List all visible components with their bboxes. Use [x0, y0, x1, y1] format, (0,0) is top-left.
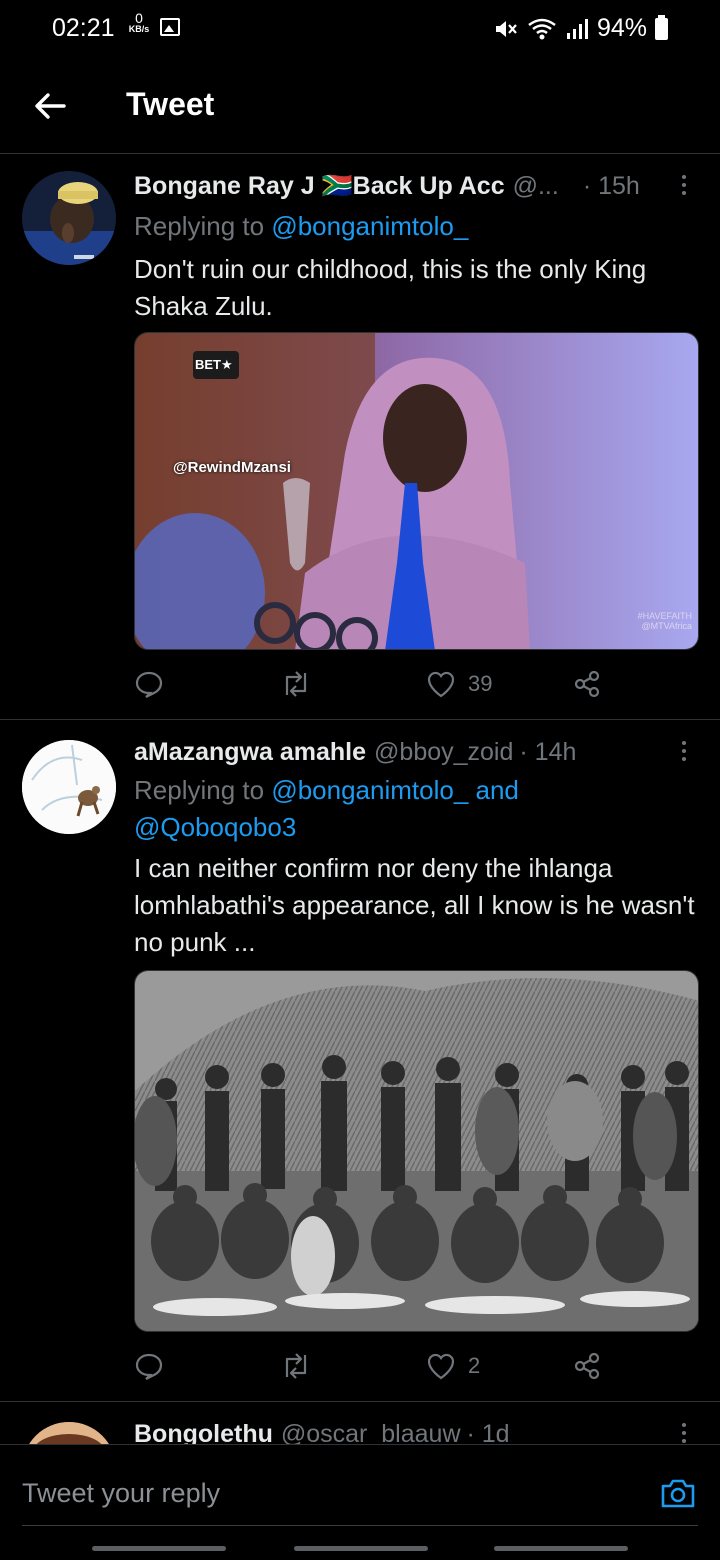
replying-to: Replying to @bonganimtolo_: [134, 208, 700, 245]
reply-divider: [22, 1525, 698, 1526]
share-button[interactable]: [572, 1346, 602, 1386]
status-time: 02:21: [52, 14, 115, 42]
author-handle[interactable]: @bboy_zoid: [374, 738, 513, 767]
like-button[interactable]: 2: [426, 1346, 480, 1386]
gallery-notification-icon: [160, 18, 180, 36]
wifi-icon: [528, 18, 556, 39]
author-name[interactable]: aMazangwa amahle: [134, 738, 366, 767]
more-dot-icon: [682, 741, 686, 745]
retweet-button[interactable]: [280, 1346, 312, 1386]
avatar[interactable]: [22, 740, 116, 834]
more-dot-icon: [682, 175, 686, 179]
reply-button[interactable]: [134, 1346, 164, 1386]
reply-composer: [0, 1444, 720, 1540]
share-icon: [574, 1352, 600, 1380]
tweet-time: · 14h: [519, 738, 577, 766]
network-speed: 0 KB/s: [126, 10, 152, 35]
retweet-icon: [285, 1353, 307, 1379]
tweet-text: I can neither confirm nor deny the ihlan…: [134, 853, 695, 957]
reply-icon: [135, 671, 163, 698]
media-watermark: @RewindMzansi: [173, 459, 291, 476]
reply-input[interactable]: [22, 1473, 622, 1513]
reply-icon: [135, 1353, 163, 1380]
back-button[interactable]: [30, 86, 70, 126]
share-icon: [574, 670, 600, 698]
avatar[interactable]: [22, 171, 116, 265]
network-speed-unit: KB/s: [128, 24, 150, 34]
replying-prefix: Replying to: [134, 775, 265, 805]
nav-gesture-left[interactable]: [92, 1546, 226, 1551]
mute-icon: [495, 20, 517, 37]
more-options-button[interactable]: [676, 738, 692, 768]
tweet-media-video-still[interactable]: BET★ @RewindMzansi #HAVEFAITH @MTVAfrica: [134, 332, 699, 650]
like-button[interactable]: 39: [426, 664, 492, 704]
more-dot-icon: [682, 1423, 686, 1427]
heart-icon: [427, 1353, 455, 1380]
like-count: 39: [468, 671, 493, 696]
media-image: [135, 971, 698, 1331]
camera-icon: [661, 1479, 695, 1508]
tweet-actions: 39: [134, 664, 654, 704]
media-corner-tag: #HAVEFAITH @MTVAfrica: [637, 611, 692, 631]
nav-gesture-center[interactable]: [294, 1546, 428, 1551]
tweet-item[interactable]: Bongane Ray J 🇿🇦Back Up Acc @... · 15h R…: [0, 154, 720, 720]
bet-logo: BET★: [195, 357, 233, 372]
heart-icon: [427, 671, 455, 698]
media-image: [135, 333, 698, 649]
nav-gesture-right[interactable]: [494, 1546, 628, 1551]
tweet-text: Don't ruin our childhood, this is the on…: [134, 254, 647, 321]
page-title: Tweet: [126, 86, 215, 122]
battery-percent: 94%: [596, 14, 647, 42]
share-button[interactable]: [572, 664, 602, 704]
top-header: Tweet: [0, 60, 720, 154]
replying-to-link[interactable]: @bonganimtolo_: [271, 211, 468, 241]
network-speed-value: 0: [135, 10, 143, 26]
author-name[interactable]: Bongane Ray J 🇿🇦Back Up Acc: [134, 172, 505, 201]
reply-button[interactable]: [134, 664, 164, 704]
tweet-media-photo[interactable]: [134, 970, 699, 1332]
signal-icon: [566, 18, 588, 39]
more-options-button[interactable]: [676, 172, 692, 202]
battery-icon: [655, 14, 668, 40]
like-count: 2: [468, 1353, 481, 1378]
author-handle[interactable]: @...: [513, 172, 559, 201]
retweet-icon: [285, 671, 307, 697]
tweet-actions: 2: [134, 1346, 654, 1386]
replying-to: Replying to @bonganimtolo_ and @Qoboqobo…: [134, 772, 554, 846]
tweet-item[interactable]: aMazangwa amahle @bboy_zoid · 14h Replyi…: [0, 720, 720, 1402]
retweet-button[interactable]: [280, 664, 312, 704]
tweet-header: aMazangwa amahle @bboy_zoid · 14h: [134, 738, 670, 767]
replying-prefix: Replying to: [134, 211, 265, 241]
tweet-header: Bongane Ray J 🇿🇦Back Up Acc @... · 15h: [134, 172, 670, 201]
status-bar: 02:21 0 KB/s 94%: [0, 0, 720, 60]
camera-button[interactable]: [658, 1473, 698, 1513]
tweet-time: · 15h: [582, 172, 640, 200]
arrow-left-icon: [35, 93, 66, 119]
status-right-group: 94%: [493, 14, 668, 43]
